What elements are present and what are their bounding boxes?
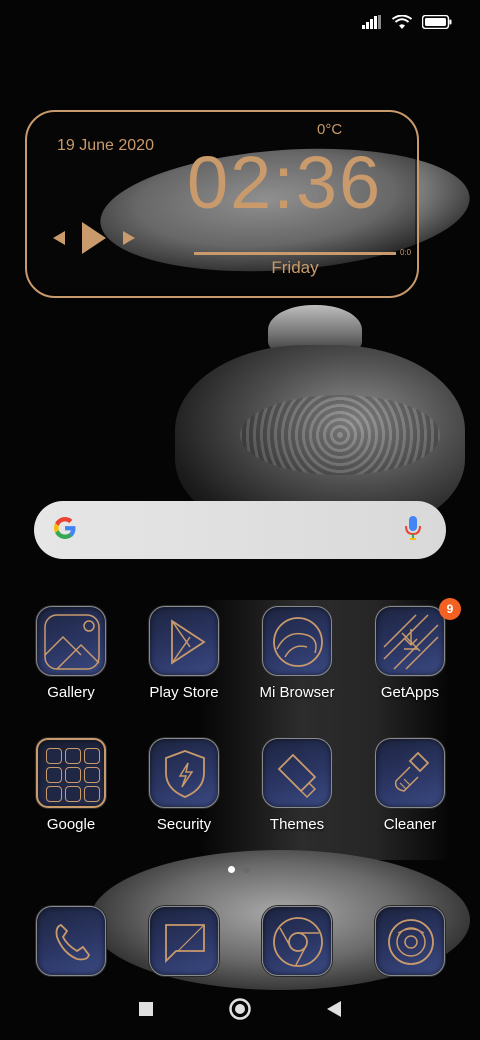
phone-icon[interactable] (36, 906, 106, 976)
app-mi-browser[interactable]: Mi Browser (242, 606, 352, 726)
app-label: Gallery (47, 684, 95, 701)
signal-icon (362, 15, 382, 29)
gallery-icon[interactable] (36, 606, 106, 676)
app-cleaner[interactable]: Cleaner (355, 738, 465, 858)
cleaner-icon[interactable] (375, 738, 445, 808)
app-play-store[interactable]: Play Store (129, 606, 239, 726)
play-store-icon[interactable] (149, 606, 219, 676)
security-icon[interactable] (149, 738, 219, 808)
widget-temperature: 0°C (317, 121, 343, 138)
mi-browser-icon[interactable] (262, 606, 332, 676)
page-indicator (228, 866, 250, 873)
page-dot (243, 866, 250, 873)
widget-time[interactable]: 02:36 (187, 146, 382, 220)
getapps-icon[interactable] (375, 606, 445, 676)
recents-button[interactable] (138, 1001, 154, 1022)
battery-icon (422, 15, 452, 29)
music-progress-time: 0:0 (400, 248, 412, 257)
dock-camera[interactable] (375, 906, 445, 976)
app-themes[interactable]: Themes (242, 738, 352, 858)
dock-messages[interactable] (149, 906, 219, 976)
app-label: Play Store (149, 684, 219, 701)
app-security[interactable]: Security (129, 738, 239, 858)
app-google-folder[interactable]: Google (16, 738, 126, 858)
widget-date: 19 June 2020 (57, 137, 154, 154)
app-label: Security (156, 816, 212, 833)
camera-icon[interactable] (375, 906, 445, 976)
messages-icon[interactable] (149, 906, 219, 976)
dock-phone[interactable] (36, 906, 106, 976)
google-g-icon[interactable] (52, 515, 78, 546)
previous-icon[interactable] (52, 230, 66, 251)
back-button[interactable] (326, 1000, 342, 1023)
app-label: Cleaner (383, 816, 437, 833)
vase-pattern (240, 395, 440, 475)
google-search-bar[interactable] (34, 501, 446, 559)
widget-day: Friday (271, 258, 319, 277)
page-dot-active (228, 866, 235, 873)
music-progress-fill (194, 252, 396, 255)
music-controls (52, 220, 162, 260)
folder-grid (46, 748, 100, 802)
play-icon[interactable] (80, 220, 108, 261)
microphone-icon[interactable] (404, 515, 422, 546)
app-label: Mi Browser (259, 684, 335, 701)
google-folder-icon[interactable] (36, 738, 106, 808)
music-progress-bar[interactable] (194, 252, 396, 255)
app-getapps[interactable]: 9 GetApps (355, 598, 465, 726)
dock-chrome[interactable] (262, 906, 332, 976)
app-label: GetApps (380, 684, 440, 701)
home-button[interactable] (228, 997, 252, 1026)
status-bar (0, 0, 480, 44)
wifi-icon (392, 14, 412, 30)
notification-badge: 9 (439, 598, 461, 620)
clock-widget[interactable]: 19 June 2020 0°C 02:36 0:0 Friday (25, 110, 419, 298)
app-label: Google (46, 816, 96, 833)
app-label: Themes (269, 816, 325, 833)
chrome-icon[interactable] (262, 906, 332, 976)
next-icon[interactable] (122, 230, 136, 251)
navigation-bar (0, 988, 480, 1034)
themes-icon[interactable] (262, 738, 332, 808)
app-gallery[interactable]: Gallery (16, 606, 126, 726)
